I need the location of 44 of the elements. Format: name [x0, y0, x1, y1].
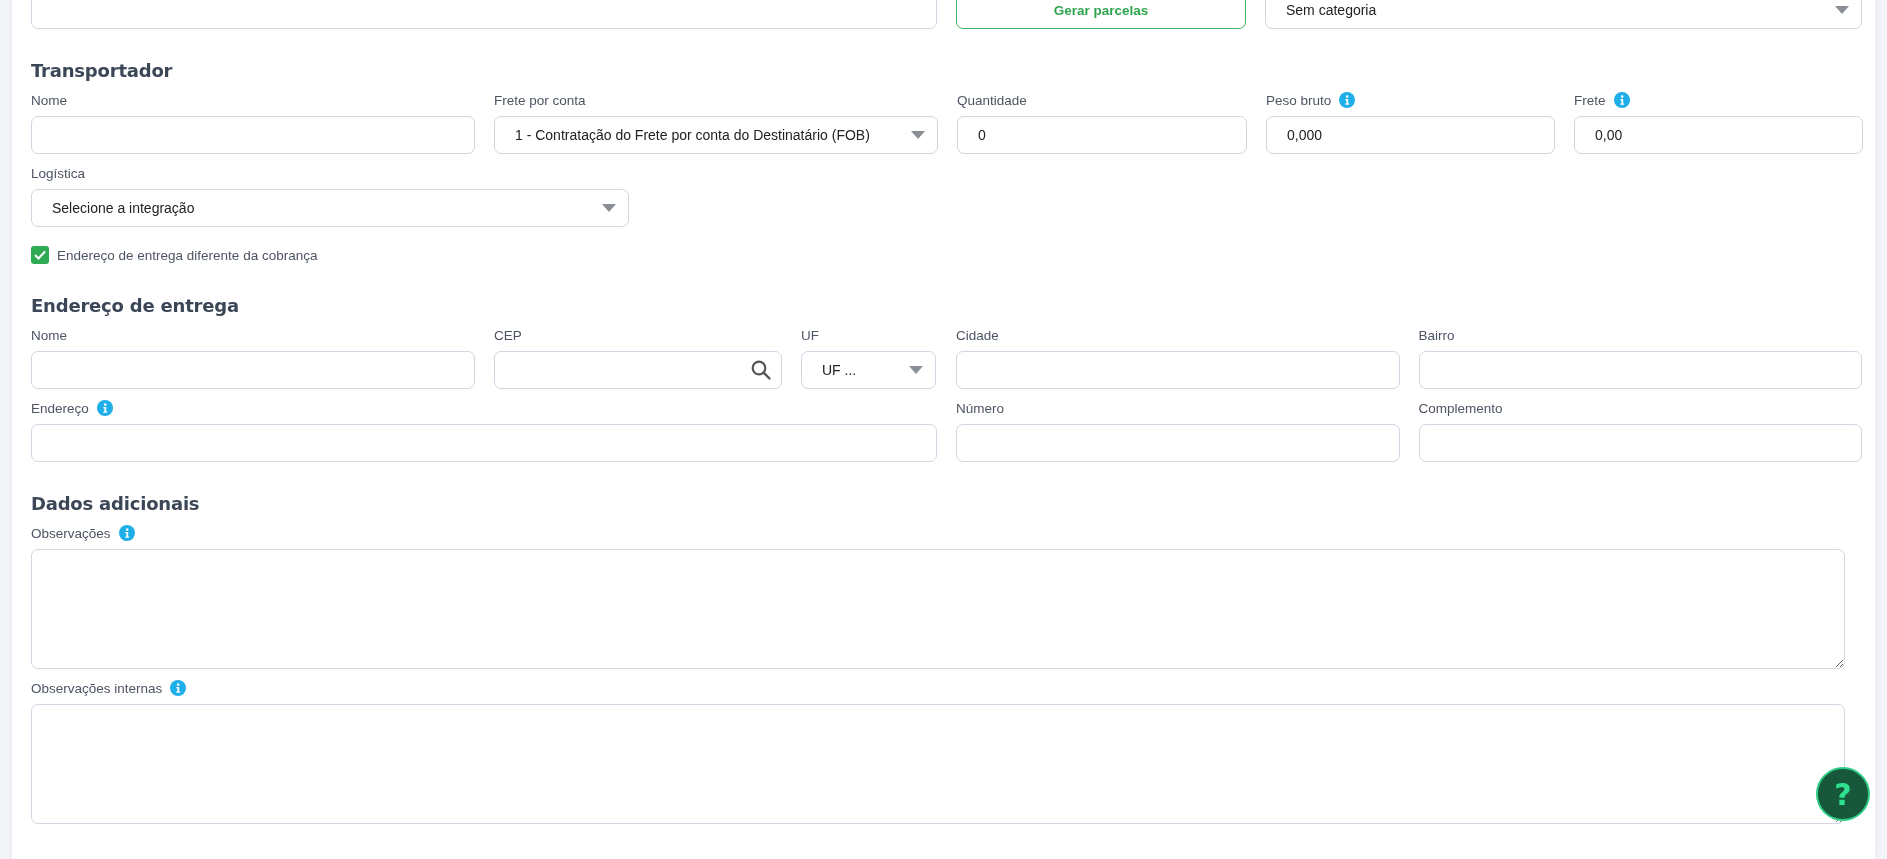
text-field[interactable]: 0,00: [1574, 116, 1863, 154]
search-field[interactable]: [494, 351, 782, 389]
field-label: Nome: [31, 327, 67, 343]
text-area[interactable]: [31, 549, 1845, 669]
field-label: Observações internas: [31, 680, 163, 696]
caret-icon: [602, 204, 616, 212]
checkbox[interactable]: [31, 246, 49, 264]
text-field[interactable]: [1418, 424, 1862, 462]
section-title: Dados adicionais: [31, 493, 201, 515]
select-field[interactable]: 1 - Contratação do Frete por conta do Destinatário (FOB): [494, 116, 938, 154]
field-label: Frete: [1574, 92, 1606, 108]
caret-icon: [911, 131, 925, 139]
section-title: Endereço de entrega: [31, 295, 240, 317]
field-label: Cidade: [956, 327, 999, 343]
select-field[interactable]: UF ...: [801, 351, 936, 389]
checkbox-label: Endereço de entrega diferente da cobrança: [57, 247, 318, 263]
text-field[interactable]: 0,000: [1266, 116, 1555, 154]
text-field[interactable]: [956, 351, 1400, 389]
text-field[interactable]: [31, 0, 937, 29]
field-label: Bairro: [1418, 327, 1455, 343]
text-field[interactable]: [31, 116, 475, 154]
select-field[interactable]: Selecione a integração: [31, 189, 629, 227]
field-label: Logística: [31, 165, 86, 181]
field-label: Peso bruto: [1266, 92, 1332, 108]
field-label: Nome: [31, 92, 67, 108]
caret-icon: [1835, 6, 1849, 14]
caret-icon: [909, 366, 923, 374]
field-label: Número: [956, 400, 1004, 416]
field-label: Endereço: [31, 400, 89, 416]
text-field[interactable]: [31, 424, 937, 462]
field-label: Quantidade: [957, 92, 1027, 108]
select-field[interactable]: Sem categoria: [1265, 0, 1862, 29]
help-button[interactable]: ?: [1816, 767, 1870, 821]
field-label: Observações: [31, 525, 111, 541]
field-label: Frete por conta: [494, 92, 586, 108]
field-label: UF: [801, 327, 819, 343]
text-field[interactable]: [31, 351, 475, 389]
field-label: Complemento: [1418, 400, 1503, 416]
section-title: Transportador: [31, 60, 174, 82]
field-label: CEP: [494, 327, 522, 343]
text-field[interactable]: 0: [957, 116, 1247, 154]
text-field[interactable]: [956, 424, 1400, 462]
search-icon: [751, 360, 771, 380]
text-field[interactable]: [1418, 351, 1862, 389]
